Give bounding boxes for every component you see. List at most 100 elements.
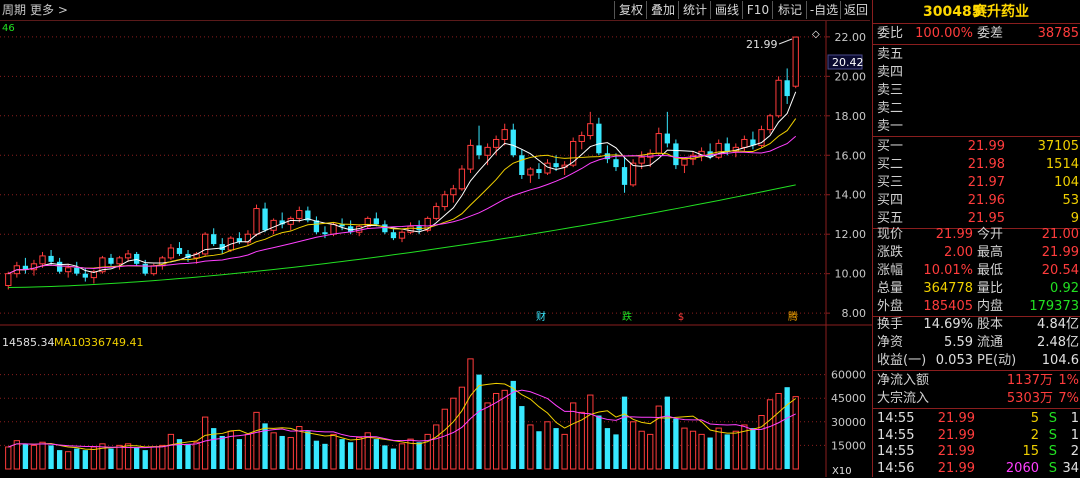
period-menu[interactable]: 周期 <box>2 0 26 20</box>
candle[interactable] <box>211 228 217 247</box>
candle[interactable] <box>108 253 114 266</box>
volume-bar[interactable] <box>527 424 534 470</box>
candle[interactable] <box>792 36 799 89</box>
candle[interactable] <box>750 131 756 150</box>
candle[interactable] <box>390 228 397 241</box>
volume-bar[interactable] <box>313 440 320 469</box>
volume-bar[interactable] <box>330 433 337 470</box>
volume-bar[interactable] <box>758 415 765 470</box>
volume-bar[interactable] <box>270 432 277 470</box>
volume-bar[interactable] <box>681 427 688 470</box>
volume-bar[interactable] <box>724 434 730 469</box>
volume-bar[interactable] <box>305 431 311 469</box>
candle[interactable] <box>262 202 268 233</box>
volume-bar[interactable] <box>561 433 568 470</box>
volume-bar[interactable] <box>519 406 525 469</box>
volume-bar[interactable] <box>48 445 54 469</box>
volume-bar[interactable] <box>501 389 508 470</box>
candle[interactable] <box>201 232 209 256</box>
volume-bar[interactable] <box>236 439 243 469</box>
volume-bar[interactable] <box>185 443 191 469</box>
volume-bar[interactable] <box>159 444 166 470</box>
volume-bar[interactable] <box>536 431 542 469</box>
volume-bar[interactable] <box>553 428 559 469</box>
volume-bar[interactable] <box>382 445 388 469</box>
candle[interactable] <box>467 139 474 174</box>
candle[interactable] <box>450 184 457 203</box>
candle[interactable] <box>476 125 482 160</box>
candle[interactable] <box>501 123 508 146</box>
candle[interactable] <box>492 135 500 156</box>
volume-bar[interactable] <box>279 435 285 469</box>
volume-bar[interactable] <box>373 439 379 469</box>
volume-bar[interactable] <box>322 443 328 469</box>
volume-bar[interactable] <box>732 430 739 470</box>
volume-bar[interactable] <box>784 387 790 469</box>
volume-bar[interactable] <box>613 434 619 469</box>
volume-bar[interactable] <box>65 451 72 470</box>
volume-bar[interactable] <box>193 441 200 470</box>
volume-bar[interactable] <box>150 446 157 470</box>
candle[interactable] <box>134 251 140 266</box>
restore-rights-button[interactable]: 复权 <box>614 1 647 19</box>
kline-chart[interactable]: 46 8.00 10.00 12.00 14.00 16.00 18.00 20.00 22.… <box>0 21 872 477</box>
volume-bar[interactable] <box>22 443 29 469</box>
volume-bar[interactable] <box>638 430 645 470</box>
volume-bar[interactable] <box>416 442 422 469</box>
candle[interactable] <box>519 149 525 179</box>
event-marker[interactable]: 腾 <box>788 310 798 323</box>
candle[interactable] <box>510 123 516 158</box>
volume-bar[interactable] <box>664 396 670 469</box>
candle[interactable] <box>253 204 260 237</box>
volume-bar[interactable] <box>201 416 209 470</box>
volume-bar[interactable] <box>5 446 12 470</box>
volume-bar[interactable] <box>766 399 774 470</box>
volume-bar[interactable] <box>570 402 577 470</box>
candle[interactable] <box>527 167 534 183</box>
f10-button[interactable]: F10 <box>742 1 773 19</box>
candle[interactable] <box>116 255 123 270</box>
volume-bar[interactable] <box>492 392 500 470</box>
back-button[interactable]: 返回 <box>840 1 871 19</box>
volume-bar[interactable] <box>390 448 397 469</box>
candle[interactable] <box>458 165 466 191</box>
volume-bar[interactable] <box>775 392 782 470</box>
volume-bar[interactable] <box>167 433 175 470</box>
volume-bar[interactable] <box>287 437 294 470</box>
candle[interactable] <box>784 68 790 104</box>
candle[interactable] <box>536 163 542 179</box>
volume-bar[interactable] <box>116 444 123 470</box>
draw-line-button[interactable]: 画线 <box>710 1 743 19</box>
mark-button[interactable]: 标记 <box>772 1 807 19</box>
candle[interactable] <box>313 216 320 235</box>
volume-bar[interactable] <box>339 439 345 469</box>
volume-bar[interactable] <box>750 428 756 469</box>
candle[interactable] <box>741 135 748 152</box>
candle[interactable] <box>578 131 585 150</box>
candle[interactable] <box>715 139 722 160</box>
volume-bar[interactable] <box>74 448 80 469</box>
volume-bar[interactable] <box>476 374 482 469</box>
candle[interactable] <box>219 238 225 254</box>
candle[interactable] <box>621 157 628 193</box>
volume-bar[interactable] <box>673 418 679 469</box>
volume-bar[interactable] <box>108 448 114 469</box>
volume-bar[interactable] <box>604 428 611 469</box>
more-menu[interactable]: 更多 > <box>30 0 68 20</box>
candle[interactable] <box>176 242 183 256</box>
candle[interactable] <box>441 190 448 211</box>
candle[interactable] <box>124 249 132 262</box>
event-marker[interactable]: 财 <box>536 310 546 323</box>
candle[interactable] <box>398 230 406 243</box>
candle[interactable] <box>305 206 311 223</box>
volume-bar[interactable] <box>467 358 474 470</box>
candle[interactable] <box>5 271 12 290</box>
volume-bar[interactable] <box>253 411 260 470</box>
volume-bar[interactable] <box>707 437 713 469</box>
volume-bar[interactable] <box>56 450 63 469</box>
volume-bar[interactable] <box>364 432 371 470</box>
volume-bar[interactable] <box>596 415 602 469</box>
candle[interactable] <box>74 261 80 276</box>
volume-bar[interactable] <box>134 446 140 469</box>
candle[interactable] <box>655 127 662 156</box>
